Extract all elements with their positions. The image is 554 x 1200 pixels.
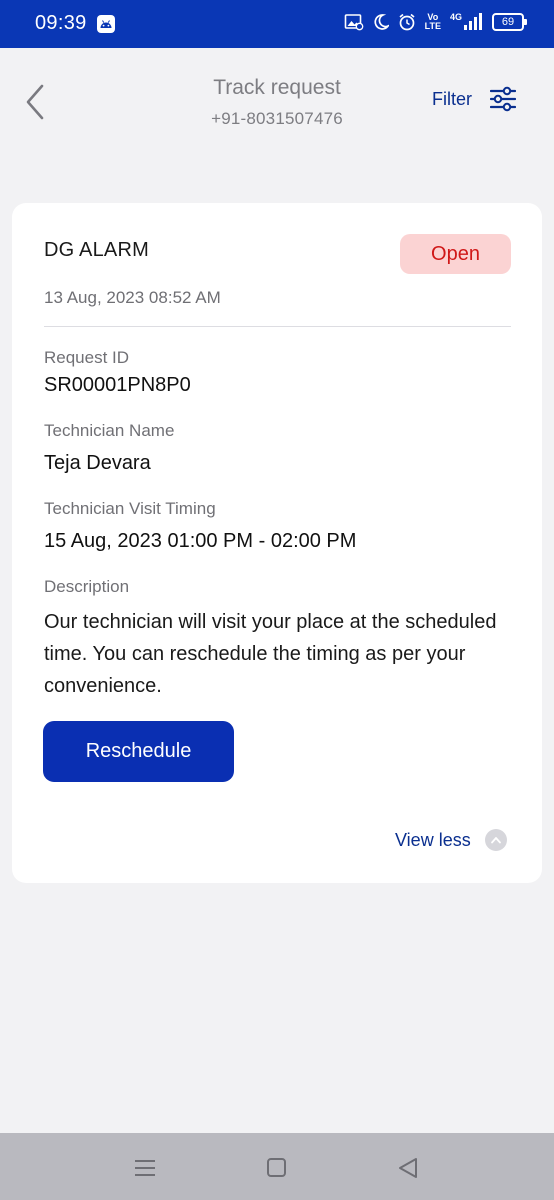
triangle-back-icon — [399, 1158, 417, 1178]
description-label: Description — [44, 577, 130, 596]
divider — [44, 326, 511, 327]
status-icons: Vo LTE 4G 69 — [344, 12, 527, 31]
filter-label: Filter — [432, 88, 472, 109]
system-navigation-bar — [0, 1133, 554, 1200]
square-icon — [267, 1158, 286, 1177]
description-text: Our technician will visit your place at … — [44, 611, 497, 697]
menu-icon — [135, 1160, 155, 1176]
volte-indicator: Vo LTE — [424, 12, 441, 31]
image-notification-icon — [344, 13, 363, 30]
filter-button[interactable]: Filter — [432, 86, 516, 112]
request-title: DG ALARM — [44, 239, 149, 261]
moon-icon — [374, 13, 389, 30]
volte-bottom: LTE — [424, 20, 441, 31]
back-nav-button[interactable] — [393, 1153, 423, 1183]
status-badge: Open — [400, 234, 511, 274]
visit-timing-value: 15 Aug, 2023 01:00 PM - 02:00 PM — [44, 530, 357, 552]
signal-indicator: 4G — [450, 12, 483, 31]
recent-apps-button[interactable] — [130, 1153, 160, 1183]
network-type: 4G — [449, 12, 462, 22]
android-notification-icon — [97, 15, 115, 33]
visit-timing-label: Technician Visit Timing — [44, 499, 216, 518]
request-date: 13 Aug, 2023 08:52 AM — [44, 288, 221, 307]
status-time: 09:39 — [35, 12, 87, 34]
sliders-icon — [490, 86, 516, 112]
reschedule-button[interactable]: Reschedule — [43, 721, 234, 782]
alarm-icon — [399, 13, 415, 30]
chevron-up-icon — [484, 829, 507, 851]
page-subtitle-phone: +91-8031507476 — [211, 109, 343, 128]
track-request-screen: 09:39 Vo LTE 4G 69 Track request +91-803… — [0, 0, 554, 1200]
view-less-label: View less — [395, 829, 471, 850]
request-id-value: SR00001PN8P0 — [44, 374, 191, 396]
battery-indicator: 69 — [492, 12, 527, 31]
status-bar: 09:39 Vo LTE 4G 69 — [0, 0, 554, 48]
home-button[interactable] — [262, 1153, 292, 1183]
request-id-label: Request ID — [44, 348, 130, 367]
view-less-button[interactable]: View less — [395, 829, 507, 851]
request-card: DG ALARM Open 13 Aug, 2023 08:52 AM Requ… — [12, 203, 542, 883]
signal-icon — [464, 13, 482, 30]
technician-name-value: Teja Devara — [44, 452, 151, 474]
technician-name-label: Technician Name — [44, 421, 175, 440]
